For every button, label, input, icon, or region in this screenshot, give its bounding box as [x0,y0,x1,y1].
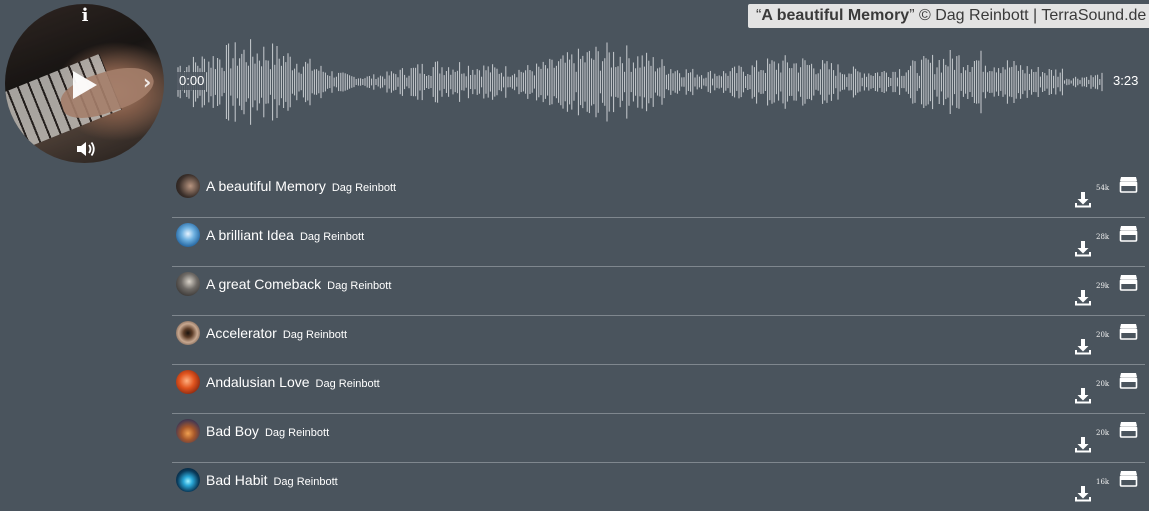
track-row[interactable]: A beautiful Memory Dag Reinbott 54k [172,169,1145,218]
download-count: 29k [1096,282,1110,290]
cart-icon[interactable] [1119,274,1138,291]
download-count: 54k [1096,184,1110,192]
track-title[interactable]: Accelerator Dag Reinbott [206,325,347,343]
track-row[interactable]: A great Comeback Dag Reinbott 29k [172,267,1145,316]
track-thumbnail [176,370,200,394]
track-title[interactable]: A great Comeback Dag Reinbott [206,276,391,294]
download-icon[interactable] [1074,240,1092,258]
track-caption: “A beautiful Memory” © Dag Reinbott | Te… [748,4,1149,28]
track-thumbnail [176,321,200,345]
download-icon[interactable] [1074,485,1092,503]
track-title-text[interactable]: Accelerator [206,325,277,341]
cart-icon[interactable] [1119,470,1138,487]
track-thumbnail [176,419,200,443]
cart-icon[interactable] [1119,176,1138,193]
cart-icon[interactable] [1119,323,1138,340]
track-artist: Dag Reinbott [264,427,330,439]
cart-icon[interactable] [1119,372,1138,389]
download-icon[interactable] [1074,436,1092,454]
chevron-right-icon[interactable]: › [143,72,155,92]
track-artist: Dag Reinbott [299,231,365,243]
track-thumbnail [176,468,200,492]
track-row[interactable]: Bad Boy Dag Reinbott 20k [172,414,1145,463]
track-artist: Dag Reinbott [273,476,338,488]
download-icon[interactable] [1074,387,1092,405]
caption-credit: ” © Dag Reinbott | TerraSound.de [909,7,1147,24]
download-icon[interactable] [1074,338,1092,356]
download-icon[interactable] [1074,191,1092,209]
track-title-text[interactable]: A beautiful Memory [206,178,326,194]
track-artist: Dag Reinbott [331,182,397,194]
track-row[interactable]: Accelerator Dag Reinbott 20k [172,316,1145,365]
caption-title: A beautiful Memory [761,7,910,24]
track-artist: Dag Reinbott [315,378,380,390]
playlist: A beautiful Memory Dag Reinbott 54k A bri… [172,169,1145,511]
cart-icon[interactable] [1119,421,1138,438]
track-thumbnail [176,174,200,198]
track-title-text[interactable]: A brilliant Idea [206,227,294,243]
download-count: 20k [1096,429,1110,437]
track-title[interactable]: Andalusian Love Dag Reinbott [206,374,380,392]
track-title[interactable]: A beautiful Memory Dag Reinbott [206,178,396,196]
track-title-text[interactable]: Andalusian Love [206,374,310,390]
track-row[interactable]: A brilliant Idea Dag Reinbott 28k [172,218,1145,267]
info-icon[interactable]: i [78,6,92,26]
track-row[interactable]: Andalusian Love Dag Reinbott 20k [172,365,1145,414]
download-count: 16k [1096,478,1110,486]
download-count: 20k [1096,331,1110,339]
download-count: 20k [1096,380,1110,388]
track-title[interactable]: Bad Habit Dag Reinbott [206,472,338,490]
volume-icon[interactable] [75,139,97,159]
cart-icon[interactable] [1119,225,1138,242]
track-thumbnail [176,223,200,247]
time-total: 3:23 [1111,72,1141,90]
track-thumbnail [176,272,200,296]
track-artist: Dag Reinbott [327,280,392,292]
track-title-text[interactable]: Bad Habit [206,472,267,488]
track-title-text[interactable]: A great Comeback [206,276,321,292]
track-row[interactable]: Bad Habit Dag Reinbott 16k [172,463,1145,511]
download-count: 28k [1096,233,1110,241]
track-title[interactable]: A brilliant Idea Dag Reinbott [206,227,364,245]
track-artist: Dag Reinbott [282,329,348,341]
play-icon[interactable] [73,71,97,99]
track-title-text[interactable]: Bad Boy [206,423,259,439]
track-title[interactable]: Bad Boy Dag Reinbott [206,423,329,441]
waveform[interactable] [176,30,1144,134]
time-elapsed: 0:00 [177,72,207,90]
download-icon[interactable] [1074,289,1092,307]
